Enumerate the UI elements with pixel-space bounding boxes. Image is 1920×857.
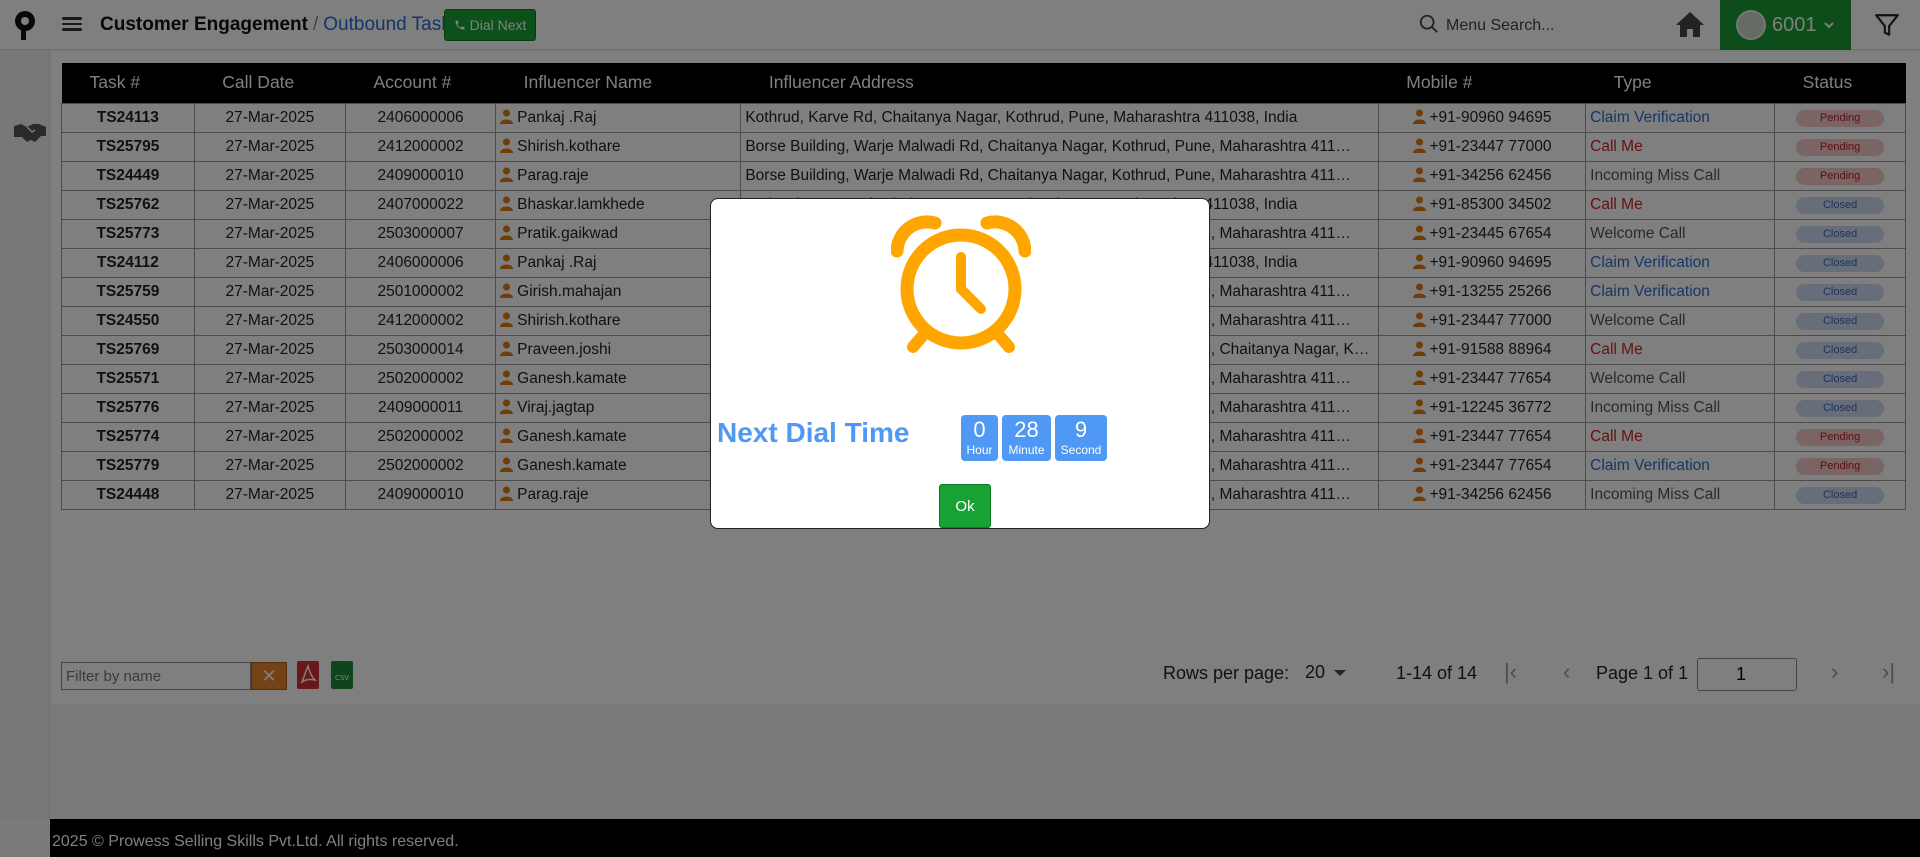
minute-box: 28 Minute: [1002, 415, 1051, 461]
next-dial-modal: Next Dial Time 0 Hour 28 Minute 9 Second…: [710, 198, 1210, 529]
hour-value: 0: [973, 417, 986, 442]
hour-label: Hour: [966, 443, 993, 457]
next-dial-time-title: Next Dial Time: [717, 417, 910, 448]
ok-button[interactable]: Ok: [939, 484, 991, 528]
second-label: Second: [1060, 443, 1102, 457]
alarm-clock-icon: [891, 215, 1031, 353]
hour-box: 0 Hour: [961, 415, 998, 461]
second-box: 9 Second: [1055, 415, 1107, 461]
minute-value: 28: [1014, 417, 1039, 442]
second-value: 9: [1074, 417, 1088, 442]
minute-label: Minute: [1008, 443, 1045, 457]
